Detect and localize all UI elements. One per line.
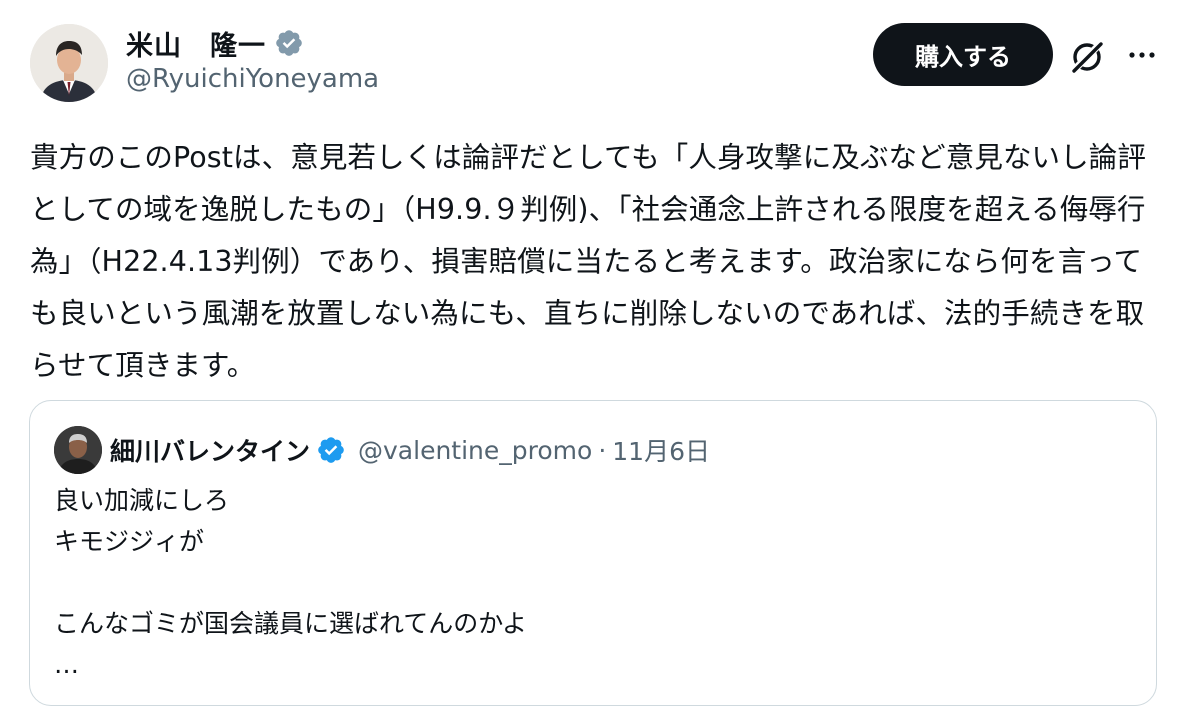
post-text: 貴方のこのPostは、意見若しくは論評だとしても「人身攻撃に及ぶなど意見ないし論…	[30, 141, 1146, 382]
grok-slash-icon[interactable]	[1068, 38, 1106, 76]
quote-text: 良い加減にしろ キモジジィが こんなゴミが国会議員に選ばれてんのかよ …	[54, 480, 1134, 685]
quote-line: 良い加減にしろ	[54, 486, 230, 515]
quote-author-avatar[interactable]	[54, 426, 102, 474]
author-avatar[interactable]	[30, 24, 108, 102]
author-handle[interactable]: @RyuichiYoneyama	[126, 64, 379, 94]
author-name[interactable]: 米山 隆一	[126, 24, 266, 63]
quote-line: …	[54, 650, 79, 679]
quote-line	[54, 562, 1134, 603]
quote-separator: ·	[598, 435, 607, 465]
verified-badge-icon	[318, 437, 344, 463]
quote-header: 細川バレンタイン @valentine_promo · 11月6日	[110, 428, 710, 472]
verified-badge-icon	[276, 30, 302, 56]
quote-author-handle[interactable]: @valentine_promo	[358, 436, 592, 465]
quote-line: こんなゴミが国会議員に選ばれてんのかよ	[54, 609, 528, 638]
quote-date[interactable]: 11月6日	[612, 432, 710, 468]
subscribe-button[interactable]: 購入する	[873, 23, 1053, 86]
author-name-row: 米山 隆一	[126, 24, 304, 62]
more-horizontal-icon[interactable]	[1124, 38, 1160, 74]
quote-author-name[interactable]: 細川バレンタイン	[110, 432, 310, 468]
post-card: 米山 隆一 @RyuichiYoneyama 購入する 貴方のこのPostは、意…	[0, 0, 1184, 728]
quote-line: キモジジィが	[54, 527, 205, 556]
